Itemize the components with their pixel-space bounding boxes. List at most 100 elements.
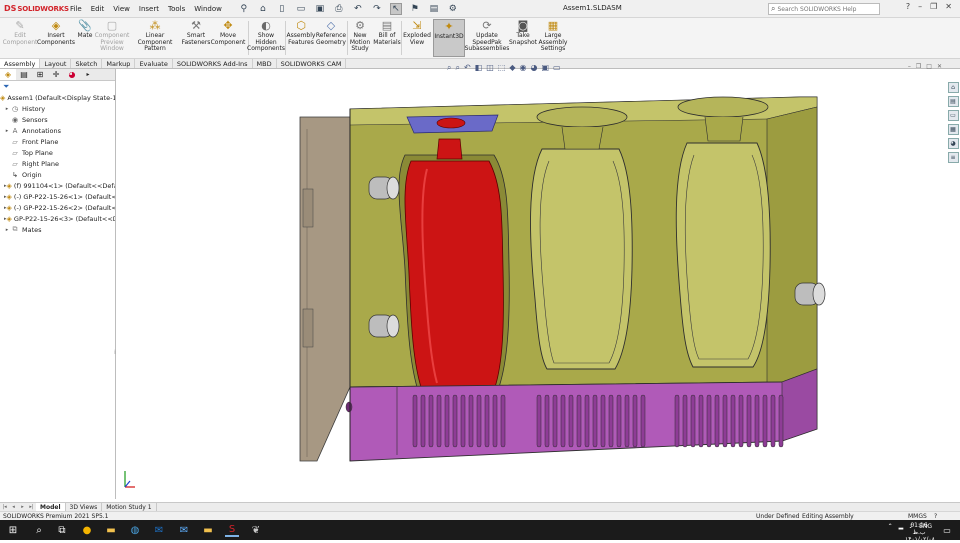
filter-icon[interactable]: ⏷ — [3, 82, 9, 92]
appearances-icon[interactable]: ◕ — [947, 138, 959, 149]
tab-solidworks-add-ins[interactable]: SOLIDWORKS Add-Ins — [173, 59, 253, 68]
close-icon[interactable]: ✕ — [945, 2, 952, 11]
app-icon[interactable]: ❦ — [249, 523, 263, 537]
mold-assembly-model[interactable] — [117, 69, 946, 499]
file-properties-icon[interactable]: ▤ — [428, 3, 440, 15]
show-hidden-button[interactable]: ◐ Show Hidden Components — [247, 19, 285, 53]
network-icon[interactable]: ▂ — [899, 523, 904, 530]
move-component-button[interactable]: ✥ Move Component — [211, 19, 246, 46]
custom-properties-icon[interactable]: ≡ — [947, 152, 959, 163]
tree-item-top-plane[interactable]: ▱ Top Plane — [0, 147, 115, 158]
restore-icon[interactable]: ❐ — [930, 2, 937, 11]
graphics-area[interactable]: ⌕ ⌕ ↶ ◧ ◫ ⬚ ◆ ◉ ◕ ▣ ▭ – ❐ □ ✕ — [117, 63, 946, 499]
tab-evaluate[interactable]: Evaluate — [135, 59, 173, 68]
undo-icon[interactable]: ↶ — [352, 3, 364, 15]
bill-of-materials-button[interactable]: ▤ Bill of Materials — [373, 19, 401, 46]
instant3d-button[interactable]: ✦ Instant3D — [433, 19, 465, 57]
insert-components-button[interactable]: ◈ Insert Components — [37, 19, 75, 46]
minimize-icon[interactable]: – — [918, 2, 922, 11]
solidworks-resources-icon[interactable]: ⌂ — [947, 82, 959, 93]
edit-component-button[interactable]: ✎ Edit Component — [2, 19, 38, 46]
tree-item-mates[interactable]: ▸ ⧉ Mates — [0, 224, 115, 235]
more-tabs-icon[interactable]: ▸ — [80, 69, 96, 80]
save-icon[interactable]: ▣ — [314, 3, 326, 15]
folder-icon[interactable]: ▬ — [201, 523, 215, 537]
tree-filter[interactable]: ⏷ — [0, 81, 115, 92]
tab-motion-study[interactable]: Motion Study 1 — [102, 503, 157, 511]
take-snapshot-button[interactable]: ◙ Take Snapshot — [509, 19, 537, 46]
solidworks-logo[interactable]: DS SOLIDWORKS — [0, 4, 69, 13]
tab-markup[interactable]: Markup — [102, 59, 136, 68]
reference-geometry-button[interactable]: ◇ Reference Geometry — [316, 19, 346, 46]
windows-start-icon[interactable]: ⊞ — [6, 523, 20, 537]
pin-icon[interactable]: ⚲ — [238, 3, 250, 15]
home-icon[interactable]: ⌂ — [257, 3, 269, 15]
panel-resize-handle[interactable]: ⁞ — [114, 349, 116, 356]
unit-system[interactable]: MMGS — [908, 513, 927, 520]
notifications-icon[interactable]: ▭ — [940, 523, 954, 537]
tab-model[interactable]: Model — [36, 503, 66, 511]
new-motion-study-button[interactable]: ⚙ New Motion Study — [348, 19, 372, 53]
red-bottle-part[interactable] — [404, 160, 504, 388]
tab-3d-views[interactable]: 3D Views — [66, 503, 103, 511]
outlook-icon[interactable]: ✉ — [152, 523, 166, 537]
exploded-view-button[interactable]: ⇲ Exploded View — [402, 19, 432, 46]
menu-edit[interactable]: Edit — [91, 5, 105, 13]
smart-fasteners-button[interactable]: ⚒ Smart Fasteners — [181, 19, 211, 46]
side-clamp-plate[interactable] — [299, 116, 351, 462]
view-palette-icon[interactable]: ▦ — [947, 124, 959, 135]
rebuild-icon[interactable]: ⚑ — [409, 3, 421, 15]
options-gear-icon[interactable]: ⚙ — [447, 3, 459, 15]
file-explorer-icon[interactable]: ▭ — [947, 110, 959, 121]
print-icon[interactable]: ⎙ — [333, 3, 345, 15]
linear-pattern-button[interactable]: ⁂ Linear Component Pattern — [128, 19, 182, 53]
next-tab-icon[interactable]: ▸ — [18, 503, 27, 511]
large-assembly-settings-button[interactable]: ▦ Large Assembly Settings — [538, 19, 568, 53]
first-tab-icon[interactable]: |◂ — [0, 503, 9, 511]
tab-mbd[interactable]: MBD — [253, 59, 277, 68]
tree-item-history[interactable]: ▸ ◷ History — [0, 103, 115, 114]
tree-item-front-plane[interactable]: ▱ Front Plane — [0, 136, 115, 147]
tree-item-component[interactable]: ▸ ◈ GP-P22-15-26<3> (Default<<Defa — [0, 213, 115, 224]
tree-item-component[interactable]: ▸ ◈ (-) GP-P22-15-26<2> (Default<<D — [0, 202, 115, 213]
menu-view[interactable]: View — [113, 5, 130, 13]
help-icon[interactable]: ? — [906, 2, 910, 11]
tray-expand-icon[interactable]: ⌃ — [888, 523, 893, 530]
update-speedpak-button[interactable]: ⟳ Update SpeedPak Subassemblies — [465, 19, 510, 53]
help-search-box[interactable]: ⌕ — [768, 3, 880, 15]
help-search-input[interactable] — [777, 5, 874, 13]
tree-item-component[interactable]: ▸ ◈ (f) 991104<1> (Default<<Default> — [0, 180, 115, 191]
menu-insert[interactable]: Insert — [139, 5, 159, 13]
tree-item-origin[interactable]: ↳ Origin — [0, 169, 115, 180]
design-library-icon[interactable]: ▤ — [947, 96, 959, 107]
select-arrow-icon[interactable]: ↖ — [389, 2, 402, 15]
assembly-features-button[interactable]: ⬡ Assembly Features — [286, 19, 316, 46]
guide-pin[interactable] — [794, 282, 826, 306]
prev-tab-icon[interactable]: ◂ — [9, 503, 18, 511]
tree-item-component[interactable]: ▸ ◈ (-) GP-P22-15-26<1> (Default<<D — [0, 191, 115, 202]
guide-pin[interactable] — [368, 176, 400, 200]
file-explorer-icon[interactable]: ▬ — [104, 523, 118, 537]
redo-icon[interactable]: ↷ — [371, 3, 383, 15]
tree-item-right-plane[interactable]: ▱ Right Plane — [0, 158, 115, 169]
tree-item-sensors[interactable]: ◉ Sensors — [0, 114, 115, 125]
menu-window[interactable]: Window — [194, 5, 222, 13]
configuration-manager-tab-icon[interactable]: ⊞ — [32, 69, 48, 80]
component-preview-button[interactable]: ▢ Component Preview Window — [94, 19, 130, 53]
solidworks-taskbar-icon[interactable]: S — [225, 523, 239, 537]
menu-tools[interactable]: Tools — [168, 5, 185, 13]
mail-icon[interactable]: ✉ — [177, 523, 191, 537]
tab-sketch[interactable]: Sketch — [71, 59, 103, 68]
task-view-icon[interactable]: ⧉ — [55, 523, 69, 537]
display-manager-tab-icon[interactable]: ◕ — [64, 69, 80, 80]
property-manager-tab-icon[interactable]: ▤ — [16, 69, 32, 80]
search-icon[interactable]: ⌕ — [32, 523, 46, 537]
tab-assembly[interactable]: Assembly — [0, 59, 41, 68]
guide-pin[interactable] — [368, 314, 400, 338]
tree-item-annotations[interactable]: ▸ A Annotations — [0, 125, 115, 136]
mate-button[interactable]: 📎 Mate — [74, 19, 96, 40]
tree-item-assembly[interactable]: ◈ Assem1 (Default<Display State-1>) — [0, 92, 115, 103]
open-folder-icon[interactable]: ▭ — [295, 3, 307, 15]
menu-file[interactable]: File — [70, 5, 82, 13]
edge-icon[interactable]: ◍ — [128, 523, 142, 537]
